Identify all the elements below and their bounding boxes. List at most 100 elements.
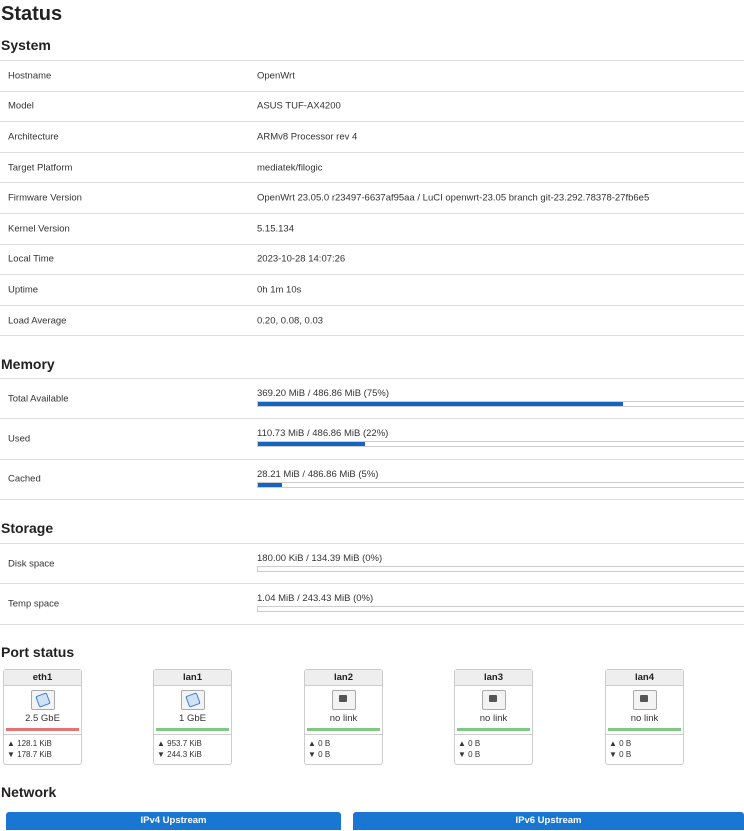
system-row-firmware-version: Firmware Version OpenWrt 23.05.0 r23497-6… <box>0 183 744 214</box>
row-label: Cached <box>8 473 41 485</box>
port-status-list: eth1 2.5 GbE ▲ 128.1 KiB ▼ 178.7 KiB lan… <box>0 669 744 767</box>
ethernet-port-up-icon <box>30 690 55 710</box>
row-value: OpenWrt <box>257 70 295 82</box>
port-tx: ▲ 128.1 KiB <box>7 739 52 748</box>
row-value: 2023-10-28 14:07:26 <box>257 253 346 265</box>
system-table: Hostname OpenWrt Model ASUS TUF-AX4200 Arc… <box>0 60 744 337</box>
system-row-load-average: Load Average 0.20, 0.08, 0.03 <box>0 306 744 337</box>
memory-row-cached: Cached 28.21 MiB / 486.86 MiB (5%) <box>0 460 744 500</box>
row-value: ASUS TUF-AX4200 <box>257 100 341 112</box>
page-title: Status <box>1 3 63 25</box>
port-status-heading: Port status <box>1 644 75 660</box>
row-label: Target Platform <box>8 162 73 174</box>
port-name: lan4 <box>606 670 683 686</box>
progress-bar <box>257 566 744 572</box>
row-label: Architecture <box>8 131 59 143</box>
row-value: OpenWrt 23.05.0 r23497-6637af95aa / LuCI… <box>257 192 650 204</box>
port-link-indicator <box>457 728 530 731</box>
row-label: Used <box>8 433 31 445</box>
ethernet-port-down-icon <box>481 690 506 710</box>
port-eth1: eth1 2.5 GbE ▲ 128.1 KiB ▼ 178.7 KiB <box>3 669 82 765</box>
system-row-target-platform: Target Platform mediatek/filogic <box>0 153 744 184</box>
row-label: Load Average <box>8 315 67 327</box>
port-name: lan3 <box>455 670 532 686</box>
ipv4-upstream-header: IPv4 Upstream <box>6 812 341 830</box>
progress-fill <box>258 482 283 487</box>
row-value: 5.15.134 <box>257 223 294 235</box>
row-value: 0.20, 0.08, 0.03 <box>257 315 324 327</box>
port-name: eth1 <box>4 670 81 686</box>
ethernet-port-down-icon <box>632 690 657 710</box>
port-lan4: lan4 no link ▲ 0 B ▼ 0 B <box>605 669 684 765</box>
port-link-indicator <box>307 728 380 731</box>
port-tx: ▲ 953.7 KiB <box>157 739 202 748</box>
row-label: Kernel Version <box>8 223 70 235</box>
row-label: Local Time <box>8 253 54 265</box>
progress-bar <box>257 441 744 448</box>
storage-table: Disk space 180.00 KiB / 134.39 MiB (0%) … <box>0 543 744 625</box>
storage-row-disk-space: Disk space 180.00 KiB / 134.39 MiB (0%) <box>0 544 744 585</box>
port-speed: 1 GbE <box>179 713 206 724</box>
port-name: lan1 <box>154 670 231 686</box>
progress-text: 28.21 MiB / 486.86 MiB (5%) <box>257 468 379 480</box>
port-tx: ▲ 0 B <box>458 739 481 748</box>
progress-fill <box>258 442 366 447</box>
system-row-kernel-version: Kernel Version 5.15.134 <box>0 214 744 245</box>
system-row-hostname: Hostname OpenWrt <box>0 61 744 92</box>
row-value: ARMv8 Processor rev 4 <box>257 131 358 143</box>
port-link-indicator <box>6 728 79 731</box>
port-tx: ▲ 0 B <box>308 739 331 748</box>
progress-text: 180.00 KiB / 134.39 MiB (0%) <box>257 553 383 564</box>
row-label: Model <box>8 100 34 112</box>
ethernet-port-down-icon <box>331 690 356 710</box>
port-rx: ▼ 178.7 KiB <box>7 750 52 759</box>
memory-table: Total Available 369.20 MiB / 486.86 MiB … <box>0 378 744 500</box>
port-link-indicator <box>156 728 229 731</box>
port-traffic: ▲ 0 B ▼ 0 B <box>455 734 532 760</box>
port-rx: ▼ 0 B <box>609 750 632 759</box>
port-traffic: ▲ 0 B ▼ 0 B <box>606 734 683 760</box>
row-value: 0h 1m 10s <box>257 284 302 296</box>
progress-bar <box>257 606 744 613</box>
system-row-architecture: Architecture ARMv8 Processor rev 4 <box>0 122 744 153</box>
port-tx: ▲ 0 B <box>609 739 632 748</box>
port-rx: ▼ 0 B <box>458 750 481 759</box>
row-label: Uptime <box>8 284 39 296</box>
row-label: Hostname <box>8 70 52 82</box>
row-label: Firmware Version <box>8 192 82 204</box>
system-heading: System <box>1 37 51 53</box>
memory-row-total-available: Total Available 369.20 MiB / 486.86 MiB … <box>0 379 744 420</box>
port-traffic: ▲ 128.1 KiB ▼ 178.7 KiB <box>4 734 81 760</box>
row-label: Temp space <box>8 598 60 610</box>
storage-heading: Storage <box>1 520 54 536</box>
port-speed: no link <box>479 713 508 724</box>
row-label: Total Available <box>8 393 69 405</box>
port-speed: no link <box>630 713 659 724</box>
port-name: lan2 <box>305 670 382 686</box>
progress-text: 1.04 MiB / 243.43 MiB (0%) <box>257 593 374 605</box>
network-heading: Network <box>1 784 57 800</box>
ipv6-upstream-header: IPv6 Upstream <box>353 812 744 830</box>
storage-row-temp-space: Temp space 1.04 MiB / 243.43 MiB (0%) <box>0 584 744 625</box>
ethernet-port-up-icon <box>180 690 205 710</box>
port-traffic: ▲ 953.7 KiB ▼ 244.3 KiB <box>154 734 231 760</box>
progress-bar <box>257 481 744 488</box>
port-speed: 2.5 GbE <box>25 713 60 724</box>
system-row-uptime: Uptime 0h 1m 10s <box>0 275 744 306</box>
progress-bar <box>257 401 744 407</box>
system-row-model: Model ASUS TUF-AX4200 <box>0 92 744 123</box>
port-speed: no link <box>329 713 358 724</box>
progress-text: 110.73 MiB / 486.86 MiB (22%) <box>257 428 389 440</box>
row-label: Disk space <box>8 558 55 570</box>
memory-row-used: Used 110.73 MiB / 486.86 MiB (22%) <box>0 419 744 460</box>
system-row-local-time: Local Time 2023-10-28 14:07:26 <box>0 245 744 276</box>
port-link-indicator <box>608 728 681 731</box>
progress-text: 369.20 MiB / 486.86 MiB (75%) <box>257 388 390 399</box>
progress-fill <box>258 402 624 406</box>
port-lan3: lan3 no link ▲ 0 B ▼ 0 B <box>454 669 533 765</box>
port-rx: ▼ 0 B <box>308 750 331 759</box>
port-traffic: ▲ 0 B ▼ 0 B <box>305 734 382 760</box>
row-value: mediatek/filogic <box>257 162 323 174</box>
port-lan1: lan1 1 GbE ▲ 953.7 KiB ▼ 244.3 KiB <box>153 669 232 765</box>
port-lan2: lan2 no link ▲ 0 B ▼ 0 B <box>304 669 383 765</box>
